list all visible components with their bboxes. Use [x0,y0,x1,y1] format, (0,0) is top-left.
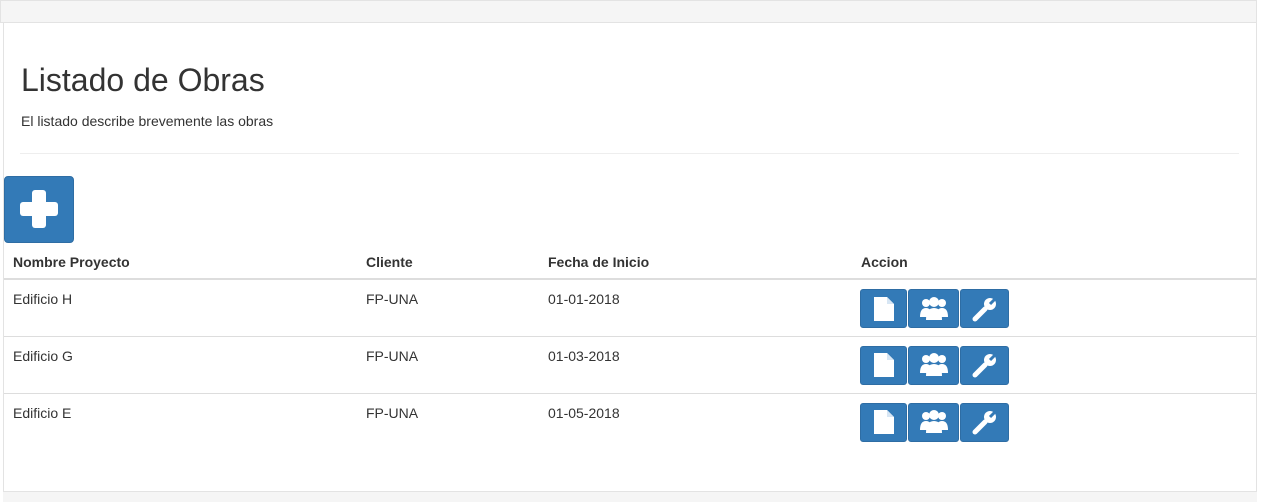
cell-fecha: 01-01-2018 [539,279,852,337]
table-row: Edificio E FP-UNA 01-05-2018 [4,393,1256,450]
team-button[interactable] [908,345,959,385]
page-title: Listado de Obras [21,62,265,98]
settings-button[interactable] [960,402,1009,442]
cell-accion [852,336,1256,394]
page-subtitle: El listado describe brevemente las obras [21,113,274,129]
settings-button[interactable] [960,345,1009,385]
action-group [860,402,1256,442]
file-icon [873,410,894,434]
cell-fecha: 01-05-2018 [548,404,620,421]
column-header-fecha: Fecha de Inicio [539,246,852,280]
settings-button[interactable] [960,289,1009,328]
cell-nombre: Edificio E [13,404,72,421]
file-icon [873,296,894,321]
cell-nombre: Edificio H [4,279,357,337]
wrench-icon [972,296,997,321]
column-header-accion: Accion [852,246,1256,280]
view-document-button[interactable] [860,289,907,328]
cell-cliente: FP-UNA [357,336,539,394]
table-row: Edificio G FP-UNA 01-03-2018 [4,336,1256,394]
column-header-cliente: Cliente [357,246,539,280]
add-obra-button[interactable] [4,176,74,243]
obras-table: Nombre Proyecto Cliente Fecha de Inicio … [4,246,1256,450]
users-icon [919,353,948,376]
users-icon [919,410,948,433]
cell-accion [852,393,1256,450]
plus-icon [20,190,58,228]
bottom-bar [3,491,1257,502]
team-button[interactable] [908,402,959,442]
cell-cliente: FP-UNA [357,279,539,337]
table-header-row: Nombre Proyecto Cliente Fecha de Inicio … [4,246,1256,280]
table-row: Edificio H FP-UNA 01-01-2018 [4,279,1256,337]
cell-accion [852,279,1256,337]
cell-cliente: FP-UNA [366,404,419,421]
users-icon [919,296,948,320]
wrench-icon [972,352,997,378]
action-group [860,289,1256,328]
divider [20,153,1239,154]
column-header-nombre: Nombre Proyecto [4,246,357,280]
view-document-button[interactable] [860,402,907,442]
cell-fecha: 01-03-2018 [539,336,852,394]
view-document-button[interactable] [860,345,907,385]
wrench-icon [972,409,997,435]
top-bar [0,0,1257,23]
file-icon [873,353,894,377]
action-group [860,345,1256,385]
team-button[interactable] [908,289,959,328]
cell-nombre: Edificio G [4,336,357,394]
